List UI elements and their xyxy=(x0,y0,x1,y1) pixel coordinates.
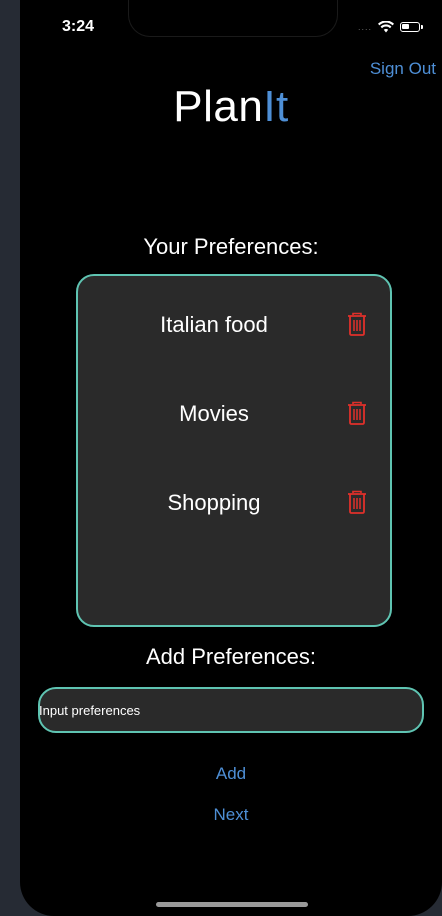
trash-icon[interactable] xyxy=(346,490,368,514)
preference-label: Movies xyxy=(179,401,249,426)
wifi-icon xyxy=(378,21,394,33)
battery-icon xyxy=(400,22,423,32)
sign-out-button[interactable]: Sign Out xyxy=(370,59,436,79)
status-time: 3:24 xyxy=(62,18,95,35)
app-title-plan: Plan xyxy=(173,82,264,131)
preferences-heading: Your Preferences: xyxy=(143,234,319,259)
app-title-it: It xyxy=(263,82,289,131)
signal-icon: .... xyxy=(357,22,372,32)
add-button[interactable]: Add xyxy=(20,764,442,784)
preference-label: Shopping xyxy=(167,490,261,515)
home-indicator xyxy=(156,902,308,907)
device-notch xyxy=(128,0,338,37)
preference-input-container xyxy=(38,687,424,733)
trash-icon[interactable] xyxy=(346,401,368,425)
add-preferences-heading: Add Preferences: xyxy=(146,644,316,669)
status-bar: 3:24 .... xyxy=(20,0,442,50)
preference-label: Italian food xyxy=(160,312,268,337)
trash-icon[interactable] xyxy=(346,312,368,336)
preference-item: Italian food xyxy=(78,304,390,344)
preference-input[interactable] xyxy=(39,702,421,718)
preference-item: Shopping xyxy=(78,482,390,522)
app-title: PlanIt xyxy=(20,82,442,132)
preference-item: Movies xyxy=(78,393,390,433)
preferences-list: Italian food Movies Shopping xyxy=(76,274,392,627)
status-icons: .... xyxy=(357,21,423,33)
phone-screen: 3:24 .... Sign Out PlanIt Your Preferenc… xyxy=(20,0,442,916)
next-button[interactable]: Next xyxy=(20,805,442,825)
